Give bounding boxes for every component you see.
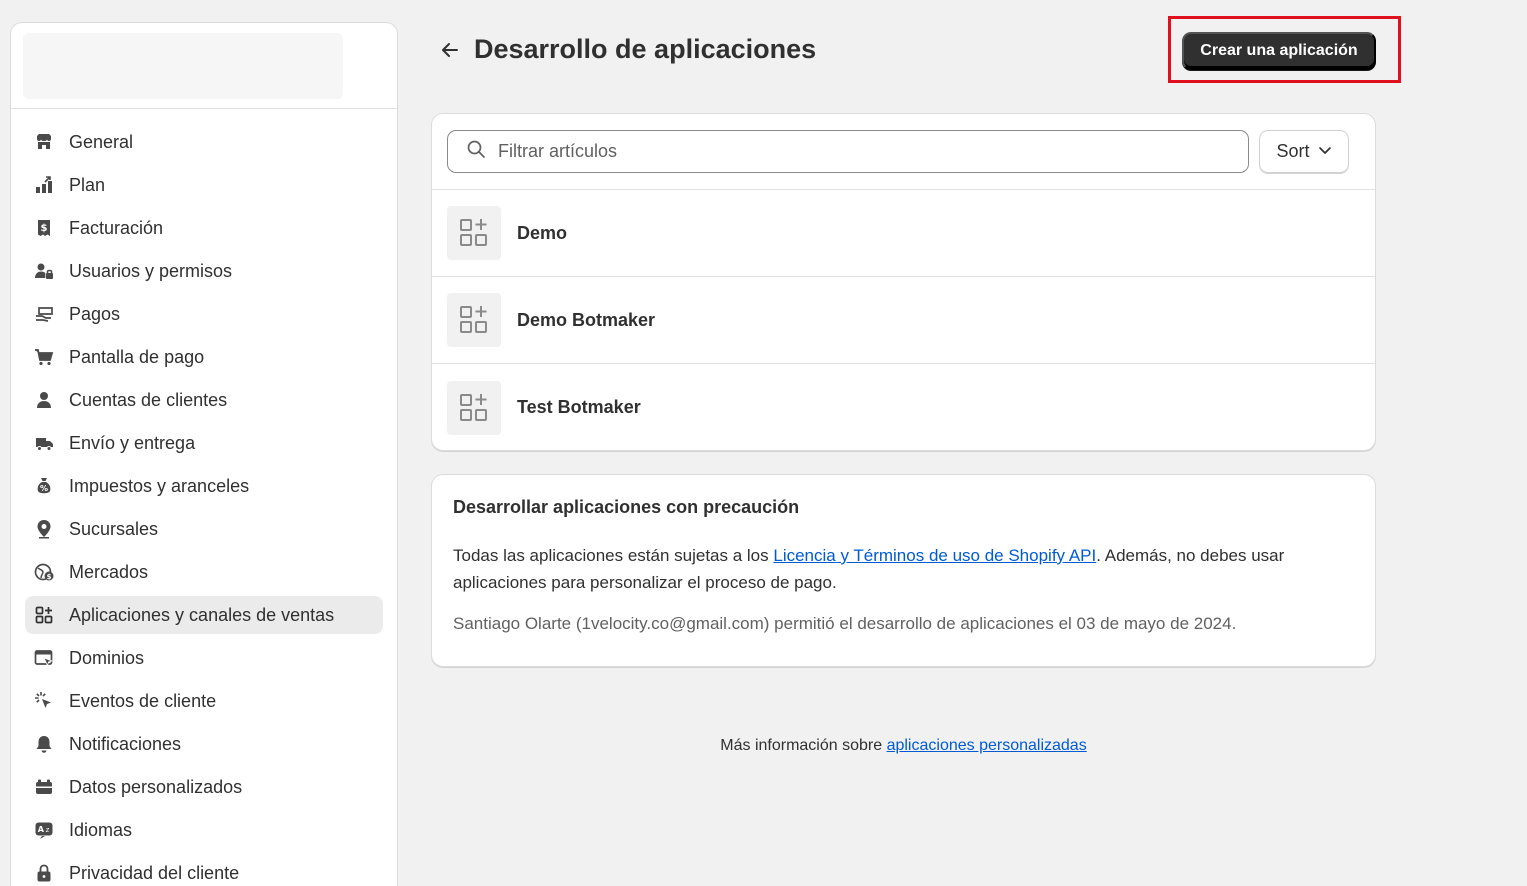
sidebar-item-label: Usuarios y permisos <box>69 260 233 281</box>
sidebar-item-domains[interactable]: Dominios <box>25 639 383 677</box>
filter-input[interactable] <box>498 141 1198 162</box>
app-name: Demo Botmaker <box>517 309 656 330</box>
sidebar-item-customer-events[interactable]: Eventos de cliente <box>25 682 383 720</box>
sidebar-item-label: Facturación <box>69 217 164 238</box>
receipt-dollar-icon: $ <box>33 217 55 239</box>
database-icon <box>33 776 55 798</box>
chevron-down-icon <box>1310 141 1332 162</box>
sidebar-item-label: General <box>69 131 134 152</box>
cart-icon <box>33 346 55 368</box>
store-icon <box>33 131 55 153</box>
sidebar-item-languages[interactable]: Az Idiomas <box>25 811 383 849</box>
settings-sidebar: General Plan $ Facturación Usuarios y pe… <box>10 22 398 886</box>
sidebar-item-label: Impuestos y aranceles <box>69 475 250 496</box>
app-name: Test Botmaker <box>517 397 641 417</box>
sidebar-item-label: Notificaciones <box>69 733 182 754</box>
sidebar-item-markets[interactable]: $ Mercados <box>25 553 383 591</box>
sidebar-item-custom-data[interactable]: Datos personalizados <box>25 768 383 806</box>
app-placeholder-icon <box>447 380 501 435</box>
person-lock-icon <box>33 260 55 282</box>
api-terms-link[interactable]: Licencia y Términos de uso de Shopify AP… <box>773 546 1096 565</box>
apps-list-card: Sort Demo Demo Botmaker Test Botmaker <box>431 113 1376 451</box>
app-list-item[interactable]: Test Botmaker <box>432 364 1375 450</box>
sidebar-item-label: Cuentas de clientes <box>69 389 228 410</box>
sidebar-item-label: Pantalla de pago <box>69 346 205 367</box>
sidebar-item-label: Eventos de cliente <box>69 690 217 711</box>
sidebar-item-customer-accounts[interactable]: Cuentas de clientes <box>25 381 383 419</box>
footer-text: Más información sobre <box>720 737 887 754</box>
money-bag-icon: % <box>33 475 55 497</box>
lock-icon <box>33 862 55 884</box>
sidebar-item-plan[interactable]: Plan <box>25 166 383 204</box>
filter-bar: Sort <box>432 114 1375 190</box>
sidebar-item-label: Aplicaciones y canales de ventas <box>69 604 335 625</box>
caution-card: Desarrollar aplicaciones con precaución … <box>431 474 1376 667</box>
sidebar-item-locations[interactable]: Sucursales <box>25 510 383 548</box>
plan-icon <box>33 174 55 196</box>
sidebar-item-label: Dominios <box>69 647 145 668</box>
sort-button[interactable]: Sort <box>1259 130 1349 173</box>
page-title: Desarrollo de aplicaciones <box>474 34 817 64</box>
back-button[interactable] <box>436 38 464 66</box>
sidebar-header <box>11 23 397 109</box>
svg-text:%: % <box>40 484 48 493</box>
sidebar-item-checkout[interactable]: Pantalla de pago <box>25 338 383 376</box>
sidebar-item-users[interactable]: Usuarios y permisos <box>25 252 383 290</box>
app-placeholder-icon <box>447 206 501 260</box>
app-list-item[interactable]: Demo <box>432 190 1375 277</box>
cursor-click-icon <box>33 690 55 712</box>
apps-icon <box>33 604 55 626</box>
settings-nav: General Plan $ Facturación Usuarios y pe… <box>11 109 397 886</box>
sidebar-item-customer-privacy[interactable]: Privacidad del cliente <box>25 854 383 886</box>
app-name: Demo <box>517 222 568 243</box>
app-placeholder-icon <box>447 293 501 347</box>
caution-title: Desarrollar aplicaciones con precaución <box>453 497 800 517</box>
svg-text:$: $ <box>41 223 48 234</box>
sidebar-item-apps[interactable]: Aplicaciones y canales de ventas <box>25 596 383 634</box>
caution-text: Todas las aplicaciones están sujetas a l… <box>453 542 1353 596</box>
sidebar-item-label: Idiomas <box>69 819 133 840</box>
globe-dollar-icon: $ <box>33 561 55 583</box>
sidebar-item-general[interactable]: General <box>25 123 383 161</box>
create-app-button[interactable]: Crear una aplicación <box>1182 32 1376 70</box>
person-icon <box>33 389 55 411</box>
search-icon <box>466 139 498 164</box>
custom-apps-link[interactable]: aplicaciones personalizadas <box>887 737 1087 754</box>
sidebar-item-label: Privacidad del cliente <box>69 862 240 883</box>
sidebar-item-label: Envío y entrega <box>69 432 196 453</box>
truck-icon <box>33 432 55 454</box>
translate-icon: Az <box>33 819 55 841</box>
svg-text:$: $ <box>47 573 52 581</box>
bell-icon <box>33 733 55 755</box>
sidebar-item-label: Plan <box>69 174 106 195</box>
sidebar-item-label: Pagos <box>69 303 121 324</box>
sidebar-item-taxes[interactable]: % Impuestos y aranceles <box>25 467 383 505</box>
sort-label: Sort <box>1276 141 1310 161</box>
caution-text-before: Todas las aplicaciones están sujetas a l… <box>453 546 774 565</box>
footer-help: Más información sobre aplicaciones perso… <box>431 737 1376 755</box>
sidebar-item-shipping[interactable]: Envío y entrega <box>25 424 383 462</box>
location-pin-icon <box>33 518 55 540</box>
sidebar-item-label: Datos personalizados <box>69 776 243 797</box>
arrow-left-icon <box>440 40 460 65</box>
sidebar-item-payments[interactable]: Pagos <box>25 295 383 333</box>
store-name-placeholder[interactable] <box>23 33 343 99</box>
sidebar-item-billing[interactable]: $ Facturación <box>25 209 383 247</box>
domain-icon <box>33 647 55 669</box>
svg-text:A: A <box>38 825 45 834</box>
sidebar-item-notifications[interactable]: Notificaciones <box>25 725 383 763</box>
sidebar-item-label: Sucursales <box>69 518 159 539</box>
filter-search-box[interactable] <box>447 130 1249 173</box>
svg-text:z: z <box>46 826 50 834</box>
sidebar-item-label: Mercados <box>69 561 149 582</box>
app-list-item[interactable]: Demo Botmaker <box>432 277 1375 364</box>
enabled-by-note: Santiago Olarte (1velocity.co@gmail.com)… <box>453 614 1237 633</box>
cash-hand-icon <box>33 303 55 325</box>
